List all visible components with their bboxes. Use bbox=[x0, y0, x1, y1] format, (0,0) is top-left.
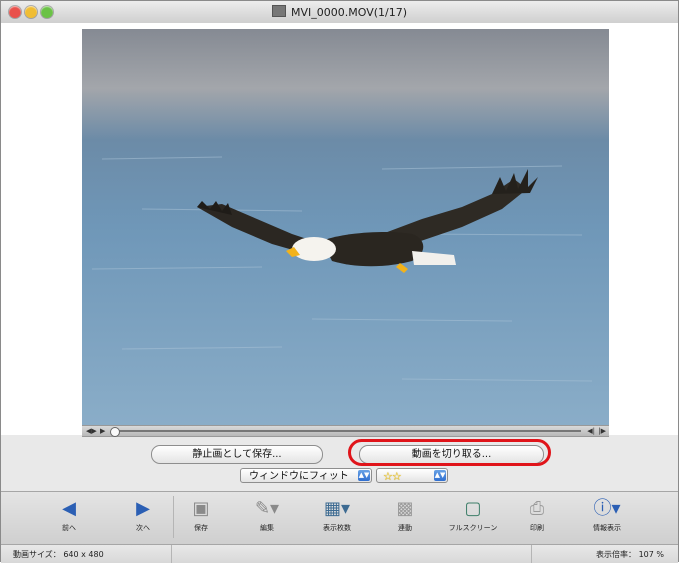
info-button[interactable]: ⓘ▾ 情報表示 bbox=[579, 498, 635, 533]
seek-track[interactable] bbox=[114, 430, 581, 432]
save-button[interactable]: ▣ 保存 bbox=[173, 498, 229, 533]
bottom-toolbar: ◀ 前へ ▶ 次へ ▣ 保存 ✎▾ 編集 ▦▾ 表示枚数 ▩ 連動 ▢ フルスク… bbox=[1, 491, 678, 544]
display-count-icon: ▦▾ bbox=[323, 498, 351, 519]
fit-mode-select[interactable]: ウィンドウにフィット ▲▼ bbox=[240, 468, 372, 483]
status-separator bbox=[171, 545, 172, 563]
movie-frame-image bbox=[82, 29, 609, 425]
play-icon[interactable]: ▶ bbox=[100, 427, 105, 435]
select-arrows-icon: ▲▼ bbox=[358, 470, 370, 481]
select-arrows-icon: ▲▼ bbox=[434, 470, 446, 481]
volume-icon[interactable]: ◀▶ bbox=[86, 427, 97, 435]
window-title: MVI_0000.MOV(1/17) bbox=[1, 5, 678, 19]
eagle-photo-drawing bbox=[82, 29, 609, 425]
display-count-button[interactable]: ▦▾ 表示枚数 bbox=[309, 498, 365, 533]
fullscreen-button[interactable]: ▢ フルスクリーン bbox=[445, 498, 501, 533]
sync-icon: ▩ bbox=[396, 498, 414, 519]
zoom-status: 表示倍率： 107 % bbox=[596, 550, 664, 559]
edit-icon: ✎▾ bbox=[254, 498, 280, 519]
viewer-window: MVI_0000.MOV(1/17) ◀▶ ▶ ◀| |▶ 静止画として保存..… bbox=[0, 0, 679, 563]
sync-button[interactable]: ▩ 連動 bbox=[377, 498, 433, 533]
action-button-row: 静止画として保存... 動画を切り取る... bbox=[1, 439, 678, 465]
print-button[interactable]: ⎙ 印刷 bbox=[509, 498, 565, 533]
rating-select[interactable]: ☆☆ ▲▼ bbox=[376, 468, 448, 483]
status-separator bbox=[531, 545, 532, 563]
prev-arrow-icon: ◀ bbox=[62, 498, 76, 519]
prev-button[interactable]: ◀ 前へ bbox=[41, 498, 97, 533]
save-as-still-button[interactable]: 静止画として保存... bbox=[151, 445, 323, 464]
image-view-area: ◀▶ ▶ ◀| |▶ bbox=[1, 23, 678, 437]
movie-file-icon bbox=[271, 5, 286, 17]
edit-button[interactable]: ✎▾ 編集 bbox=[239, 498, 295, 533]
save-icon: ▣ bbox=[192, 498, 210, 519]
movie-player-bar: ◀▶ ▶ ◀| |▶ bbox=[82, 425, 609, 437]
next-arrow-icon: ▶ bbox=[136, 498, 150, 519]
seek-thumb[interactable] bbox=[110, 427, 120, 437]
highlight-annotation bbox=[348, 439, 551, 466]
next-button[interactable]: ▶ 次へ bbox=[115, 498, 171, 533]
step-forward-icon[interactable]: |▶ bbox=[598, 427, 606, 435]
movie-size-status: 動画サイズ： 640 x 480 bbox=[13, 550, 104, 559]
info-icon: ⓘ▾ bbox=[593, 498, 621, 519]
step-back-icon[interactable]: ◀| bbox=[587, 427, 595, 435]
print-icon: ⎙ bbox=[529, 498, 545, 519]
fullscreen-icon: ▢ bbox=[464, 498, 482, 519]
rating-stars: ☆☆ bbox=[383, 470, 402, 483]
title-bar[interactable]: MVI_0000.MOV(1/17) bbox=[1, 1, 678, 24]
status-bar: 動画サイズ： 640 x 480 表示倍率： 107 % bbox=[1, 544, 678, 563]
